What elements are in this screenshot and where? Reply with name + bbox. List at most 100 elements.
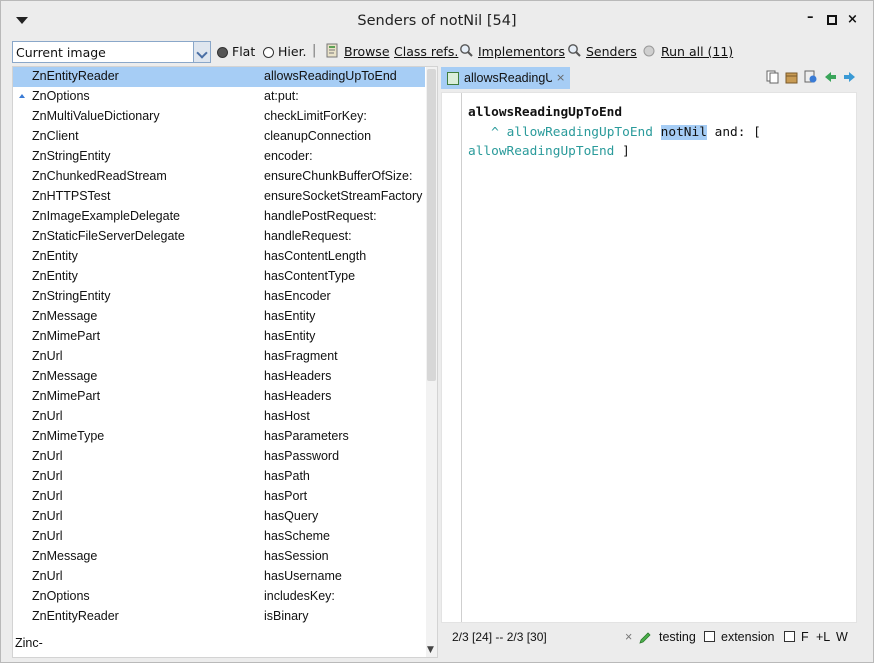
list-item[interactable]: ZnUrl hasPassword (13, 447, 425, 467)
selector-name: ensureSocketStreamFactory (264, 189, 423, 203)
test-status-icon[interactable] (642, 43, 656, 59)
selector-name: hasFragment (264, 349, 338, 363)
selector-name: hasHeaders (264, 369, 332, 383)
close-button[interactable]: × (847, 12, 858, 27)
selector-name: handleRequest: (264, 229, 352, 243)
minimize-button[interactable]: – (807, 10, 814, 25)
selector-name: isBinary (264, 609, 309, 623)
list-item[interactable]: ZnEntityReader isBinary (13, 607, 425, 627)
run-all-button[interactable]: Run all (11) (661, 44, 733, 59)
wrap-toggle[interactable]: W (836, 630, 848, 644)
format-checkbox[interactable] (784, 631, 795, 642)
list-item[interactable]: ZnUrl hasHost (13, 407, 425, 427)
list-item[interactable]: ZnChunkedReadStream ensureChunkBufferOfSi… (13, 167, 425, 187)
editor-gutter (461, 93, 462, 622)
class-name: ZnHTTPSTest (32, 189, 111, 203)
package-icon[interactable] (785, 70, 798, 84)
extension-marker-icon (19, 94, 25, 98)
list-item[interactable]: ZnImageExampleDelegate handlePostRequest: (13, 207, 425, 227)
class-name: ZnMessage (32, 309, 98, 323)
open-bracket: [ (753, 124, 761, 140)
pencil-icon[interactable] (639, 632, 651, 644)
class-name: ZnStringEntity (32, 149, 111, 163)
list-item[interactable]: ZnHTTPSTest ensureSocketStreamFactory (13, 187, 425, 207)
title-bar: Senders of notNil [54] – × (1, 1, 873, 41)
list-item[interactable]: ZnStringEntity hasEncoder (13, 287, 425, 307)
history-icon[interactable] (804, 70, 817, 84)
scrollbar-thumb[interactable] (427, 69, 436, 381)
selector-name: checkLimitForKey: (264, 109, 367, 123)
close-icon[interactable]: × (625, 630, 632, 644)
format-label: F (801, 630, 809, 644)
list-item[interactable]: ZnStaticFileServerDelegate handleRequest: (13, 227, 425, 247)
maximize-button[interactable] (827, 15, 837, 25)
back-arrow-icon[interactable] (824, 70, 837, 84)
list-item[interactable]: ZnEntity hasContentLength (13, 247, 425, 267)
list-item[interactable]: ZnEntity hasContentType (13, 267, 425, 287)
list-item[interactable]: ZnEntityReader allowsReadingUpToEnd (13, 67, 425, 87)
code-editor[interactable]: allowsReadingUpToEnd ^ allowReadingUpToE… (441, 92, 857, 623)
selector-name: encoder: (264, 149, 313, 163)
list-item[interactable]: ZnUrl hasUsername (13, 567, 425, 587)
selector-name: hasEncoder (264, 289, 331, 303)
list-item[interactable]: ZnMessage hasSession (13, 547, 425, 567)
browse-button[interactable]: Browse (344, 44, 390, 59)
window-title: Senders of notNil [54] (357, 13, 517, 29)
method-name: allowsReadingUpToEnd (468, 105, 623, 120)
hier-radio[interactable] (263, 47, 274, 58)
class-name: ZnUrl (32, 469, 63, 483)
scroll-down-icon[interactable]: ▼ (427, 645, 434, 655)
list-item[interactable]: ZnClient cleanupConnection (13, 127, 425, 147)
protocol-label[interactable]: testing (659, 630, 696, 644)
class-name: ZnUrl (32, 409, 63, 423)
class-name: ZnStaticFileServerDelegate (32, 229, 185, 243)
class-name: ZnUrl (32, 449, 63, 463)
editor-tab-bar: allowsReadingUpToEnd × (438, 66, 862, 90)
class-name: ZnChunkedReadStream (32, 169, 167, 183)
selector-name: hasHeaders (264, 389, 332, 403)
list-item[interactable]: ZnOptions at:put: (13, 87, 425, 107)
forward-arrow-icon[interactable] (843, 70, 856, 84)
tab-close-icon[interactable]: × (556, 71, 565, 84)
class-refs-button[interactable]: Class refs. (394, 44, 458, 59)
selector-name: hasEntity (264, 309, 316, 323)
senders-list-pane: ZnEntityReader allowsReadingUpToEnd ZnOpti… (12, 66, 438, 658)
magnifier-icon[interactable] (459, 43, 473, 59)
copy-icon[interactable] (766, 70, 779, 84)
class-name: ZnMessage (32, 369, 98, 383)
class-name: ZnUrl (32, 529, 63, 543)
senders-button[interactable]: Senders (586, 44, 637, 59)
scope-dropdown[interactable]: Current image (12, 41, 211, 63)
list-item[interactable]: ZnMimePart hasEntity (13, 327, 425, 347)
cursor-position: 2/3 [24] -- 2/3 [30] (452, 630, 547, 644)
tab-allows-reading-up-to-end[interactable]: allowsReadingUpToEnd × (441, 67, 570, 89)
selector-name: hasSession (264, 549, 329, 563)
flat-radio[interactable] (217, 47, 228, 58)
list-item[interactable]: ZnMessage hasHeaders (13, 367, 425, 387)
selector-name: allowsReadingUpToEnd (264, 69, 397, 83)
selector-name: hasQuery (264, 509, 319, 523)
magnifier-icon[interactable] (567, 43, 581, 59)
list-item[interactable]: ZnMultiValueDictionary checkLimitForKey: (13, 107, 425, 127)
list-item[interactable]: ZnMimeType hasParameters (13, 427, 425, 447)
class-name: ZnMultiValueDictionary (32, 109, 160, 123)
list-item[interactable]: ZnUrl hasFragment (13, 347, 425, 367)
line-numbers-toggle[interactable]: +L (816, 630, 830, 644)
class-name: ZnEntity (32, 249, 78, 263)
method-source[interactable]: allowsReadingUpToEnd ^ allowReadingUpToE… (468, 103, 761, 162)
class-name: ZnImageExampleDelegate (32, 209, 180, 223)
browse-icon[interactable] (325, 43, 339, 59)
class-name: ZnUrl (32, 569, 63, 583)
list-item[interactable]: ZnUrl hasScheme (13, 527, 425, 547)
list-item[interactable]: ZnUrl hasQuery (13, 507, 425, 527)
list-item[interactable]: ZnMimePart hasHeaders (13, 387, 425, 407)
chevron-down-icon[interactable] (193, 42, 210, 62)
implementors-button[interactable]: Implementors (478, 44, 565, 59)
list-item[interactable]: ZnUrl hasPort (13, 487, 425, 507)
list-item[interactable]: ZnOptions includesKey: (13, 587, 425, 607)
extension-checkbox[interactable] (704, 631, 715, 642)
list-item[interactable]: ZnMessage hasEntity (13, 307, 425, 327)
list-scrollbar[interactable]: ▼ (426, 67, 437, 657)
list-item[interactable]: ZnStringEntity encoder: (13, 147, 425, 167)
list-item[interactable]: ZnUrl hasPath (13, 467, 425, 487)
